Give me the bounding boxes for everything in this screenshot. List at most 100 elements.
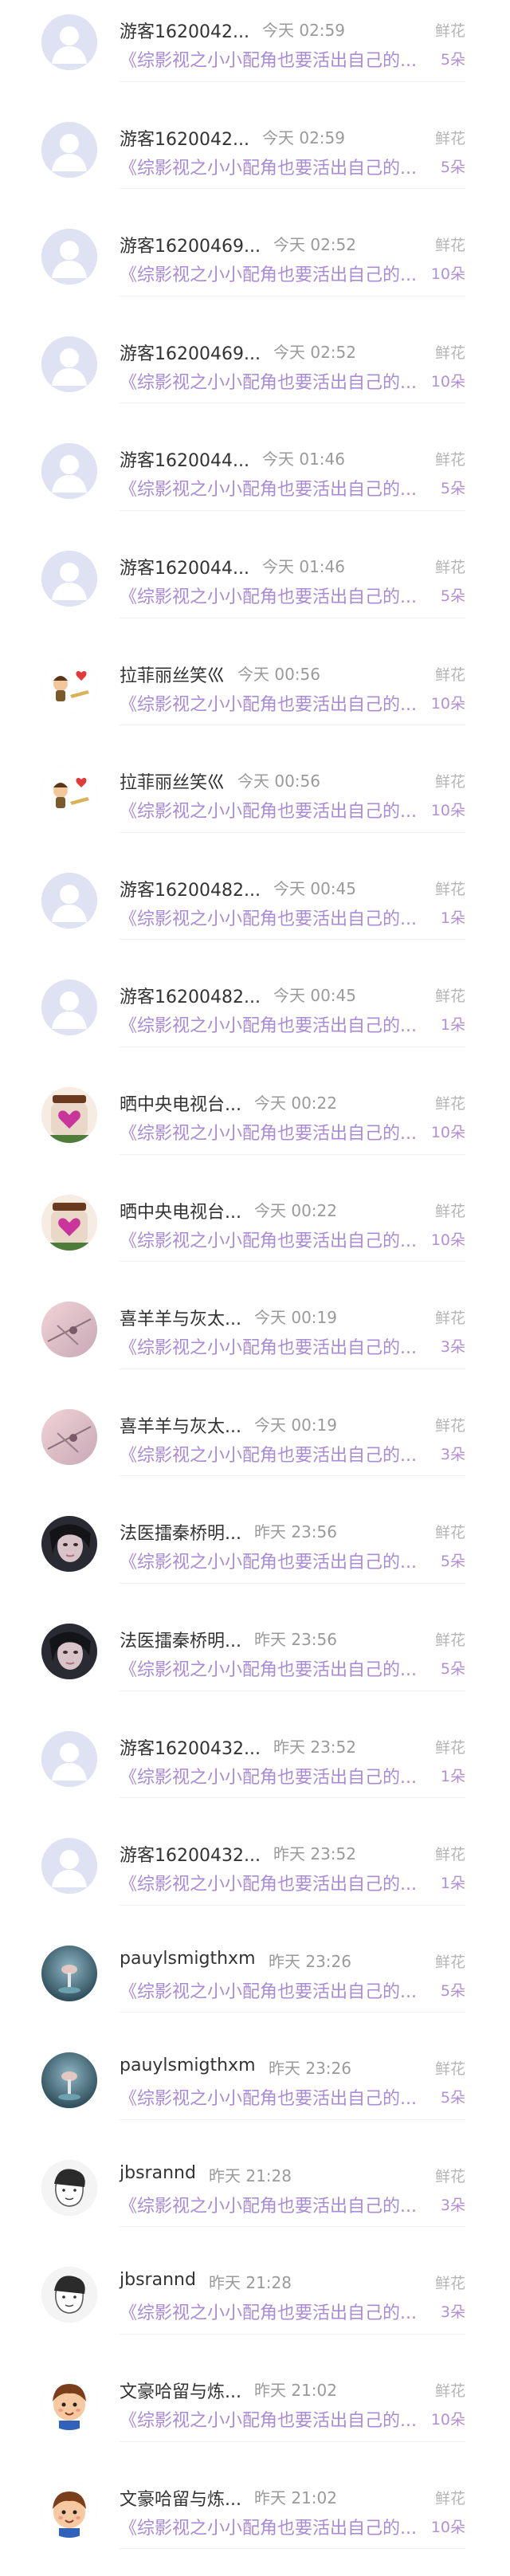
gift-record-row[interactable]: 喜羊羊与灰太... 今天 00:19 鲜花 《综影视之小小配角也要活出自己的..… xyxy=(0,1287,510,1395)
default-avatar-icon[interactable] xyxy=(41,121,97,178)
user-name[interactable]: 游客1620044... xyxy=(120,554,249,579)
gift-record-row[interactable]: 拉菲丽丝笑巛 今天 00:56 鲜花 《综影视之小小配角也要活出自己的... 1… xyxy=(0,644,510,752)
sketch-face-avatar[interactable] xyxy=(41,2267,97,2323)
default-avatar-icon[interactable] xyxy=(41,14,97,70)
book-title-link[interactable]: 《综影视之小小配角也要活出自己的... xyxy=(120,46,417,72)
gift-record-row[interactable]: 晒中央电视台... 今天 00:22 鲜花 《综影视之小小配角也要活出自己的..… xyxy=(0,1073,510,1180)
user-name[interactable]: 游客16200469... xyxy=(120,340,261,365)
gift-record-row[interactable]: 文豪哈留与炼... 昨天 21:02 鲜花 《综影视之小小配角也要活出自己的..… xyxy=(0,2360,510,2468)
gift-record-row[interactable]: 游客16200432... 昨天 23:52 鲜花 《综影视之小小配角也要活出自… xyxy=(0,1824,510,1931)
default-avatar-icon[interactable] xyxy=(41,1730,97,1787)
book-title-link[interactable]: 《综影视之小小配角也要活出自己的... xyxy=(120,1011,417,1037)
divider xyxy=(120,1475,465,1477)
gift-record-row[interactable]: jbsrannd 昨天 21:28 鲜花 《综影视之小小配角也要活出自己的...… xyxy=(0,2146,510,2253)
book-title-link[interactable]: 《综影视之小小配角也要活出自己的... xyxy=(120,368,417,394)
gift-record-row[interactable]: 游客1620044... 今天 01:46 鲜花 《综影视之小小配角也要活出自己… xyxy=(0,429,510,536)
book-title-link[interactable]: 《综影视之小小配角也要活出自己的... xyxy=(120,905,417,930)
pink-sky-avatar[interactable] xyxy=(41,1408,97,1465)
book-title-link[interactable]: 《综影视之小小配角也要活出自己的... xyxy=(120,1227,417,1252)
user-name[interactable]: 游客16200482... xyxy=(120,876,261,901)
heart-jar-avatar[interactable] xyxy=(41,1086,97,1143)
gift-record-row[interactable]: 游客1620044... 今天 01:46 鲜花 《综影视之小小配角也要活出自己… xyxy=(0,536,510,644)
book-title-link[interactable]: 《综影视之小小配角也要活出自己的... xyxy=(120,2406,417,2432)
user-name[interactable]: jbsrannd xyxy=(120,2163,196,2183)
book-title-link[interactable]: 《综影视之小小配角也要活出自己的... xyxy=(120,1763,417,1789)
book-title-link[interactable]: 《综影视之小小配角也要活出自己的... xyxy=(120,1870,417,1895)
gift-record-row[interactable]: 法医擂秦桥明... 昨天 23:56 鲜花 《综影视之小小配角也要活出自己的..… xyxy=(0,1502,510,1609)
gift-record-row[interactable]: 游客16200482... 今天 00:45 鲜花 《综影视之小小配角也要活出自… xyxy=(0,858,510,966)
user-name[interactable]: 法医擂秦桥明... xyxy=(120,1627,241,1652)
user-name[interactable]: 游客1620044... xyxy=(120,446,249,472)
gift-record-row[interactable]: 游客16200469... 今天 02:52 鲜花 《综影视之小小配角也要活出自… xyxy=(0,322,510,430)
gift-record-row[interactable]: 喜羊羊与灰太... 今天 00:19 鲜花 《综影视之小小配角也要活出自己的..… xyxy=(0,1395,510,1502)
default-avatar-icon[interactable] xyxy=(41,872,97,929)
gift-record-row[interactable]: pauylsmigthxm 昨天 23:26 鲜花 《综影视之小小配角也要活出自… xyxy=(0,2038,510,2146)
dark-portrait-avatar[interactable] xyxy=(41,1623,97,1679)
default-avatar-icon[interactable] xyxy=(41,443,97,500)
book-title-link[interactable]: 《综影视之小小配角也要活出自己的... xyxy=(120,1333,417,1359)
book-title-link[interactable]: 《综影视之小小配角也要活出自己的... xyxy=(120,1119,417,1145)
heart-jar-avatar[interactable] xyxy=(41,1194,97,1251)
gift-record-row[interactable]: jbsrannd 昨天 21:28 鲜花 《综影视之小小配角也要活出自己的...… xyxy=(0,2252,510,2360)
book-title-link[interactable]: 《综影视之小小配角也要活出自己的... xyxy=(120,583,417,608)
sketch-face-avatar[interactable] xyxy=(41,2159,97,2216)
user-name[interactable]: 游客16200432... xyxy=(120,1734,261,1760)
user-name[interactable]: jbsrannd xyxy=(120,2270,196,2290)
gift-type: 鲜花 xyxy=(434,129,465,147)
user-name[interactable]: 游客16200469... xyxy=(120,232,261,257)
pink-sky-avatar[interactable] xyxy=(41,1302,97,1358)
book-title-link[interactable]: 《综影视之小小配角也要活出自己的... xyxy=(120,475,417,501)
cartoon-boy-avatar[interactable] xyxy=(41,2481,97,2538)
book-title-link[interactable]: 《综影视之小小配角也要活出自己的... xyxy=(120,797,417,823)
gift-record-row[interactable]: 法医擂秦桥明... 昨天 23:56 鲜花 《综影视之小小配角也要活出自己的..… xyxy=(0,1609,510,1717)
gift-record-row[interactable]: pauylsmigthxm 昨天 23:26 鲜花 《综影视之小小配角也要活出自… xyxy=(0,1931,510,2039)
cartoon-boy-avatar[interactable] xyxy=(41,2374,97,2431)
user-name[interactable]: pauylsmigthxm xyxy=(120,1949,256,1969)
default-avatar-icon[interactable] xyxy=(41,980,97,1036)
book-title-link[interactable]: 《综影视之小小配角也要活出自己的... xyxy=(120,1548,417,1573)
gift-record-row[interactable]: 游客16200482... 今天 00:45 鲜花 《综影视之小小配角也要活出自… xyxy=(0,965,510,1073)
user-name[interactable]: 文豪哈留与炼... xyxy=(120,2485,241,2511)
dark-portrait-avatar[interactable] xyxy=(41,1516,97,1573)
teal-photo-avatar[interactable] xyxy=(41,1945,97,2001)
user-name[interactable]: 拉菲丽丝笑巛 xyxy=(120,662,225,687)
gift-record-row[interactable]: 游客16200432... 昨天 23:52 鲜花 《综影视之小小配角也要活出自… xyxy=(0,1717,510,1824)
book-title-link[interactable]: 《综影视之小小配角也要活出自己的... xyxy=(120,1441,417,1467)
user-name[interactable]: 法医擂秦桥明... xyxy=(120,1519,241,1545)
user-name[interactable]: 晒中央电视台... xyxy=(120,1090,241,1116)
book-title-link[interactable]: 《综影视之小小配角也要活出自己的... xyxy=(120,2084,417,2110)
gift-record-row[interactable]: 游客16200469... 今天 02:52 鲜花 《综影视之小小配角也要活出自… xyxy=(0,214,510,322)
user-name[interactable]: 游客16200482... xyxy=(120,983,261,1008)
book-title-link[interactable]: 《综影视之小小配角也要活出自己的... xyxy=(120,2192,417,2217)
book-title-link[interactable]: 《综影视之小小配角也要活出自己的... xyxy=(120,690,417,716)
user-name[interactable]: 拉菲丽丝笑巛 xyxy=(120,768,225,794)
book-title-link[interactable]: 《综影视之小小配角也要活出自己的... xyxy=(120,2299,417,2324)
user-name[interactable]: 游客1620042... xyxy=(120,125,249,151)
user-name[interactable]: 晒中央电视台... xyxy=(120,1198,241,1223)
gift-count: 1朵 xyxy=(440,1875,465,1893)
default-avatar-icon[interactable] xyxy=(41,550,97,607)
user-name[interactable]: pauylsmigthxm xyxy=(120,2056,256,2075)
gift-record-row[interactable]: 晒中央电视台... 今天 00:22 鲜花 《综影视之小小配角也要活出自己的..… xyxy=(0,1180,510,1288)
default-avatar-icon[interactable] xyxy=(41,336,97,392)
user-name[interactable]: 游客16200432... xyxy=(120,1841,261,1867)
user-name[interactable]: 喜羊羊与灰太... xyxy=(120,1305,241,1330)
book-title-link[interactable]: 《综影视之小小配角也要活出自己的... xyxy=(120,154,417,179)
book-title-link[interactable]: 《综影视之小小配角也要活出自己的... xyxy=(120,1655,417,1681)
gift-record-row[interactable]: 游客1620042... 今天 02:59 鲜花 《综影视之小小配角也要活出自己… xyxy=(0,108,510,215)
default-avatar-icon[interactable] xyxy=(41,1838,97,1895)
book-title-link[interactable]: 《综影视之小小配角也要活出自己的... xyxy=(120,261,417,286)
gift-record-row[interactable]: 拉菲丽丝笑巛 今天 00:56 鲜花 《综影视之小小配角也要活出自己的... 1… xyxy=(0,751,510,858)
divider xyxy=(120,1582,465,1584)
cartoon-couple-avatar[interactable] xyxy=(41,658,97,714)
gift-record-row[interactable]: 文豪哈留与炼... 昨天 21:02 鲜花 《综影视之小小配角也要活出自己的..… xyxy=(0,2468,510,2575)
teal-photo-avatar[interactable] xyxy=(41,2052,97,2109)
gift-record-row[interactable]: 游客1620042... 今天 02:59 鲜花 《综影视之小小配角也要活出自己… xyxy=(0,0,510,108)
user-name[interactable]: 游客1620042... xyxy=(120,18,249,43)
book-title-link[interactable]: 《综影视之小小配角也要活出自己的... xyxy=(120,2514,417,2539)
cartoon-couple-avatar[interactable] xyxy=(41,765,97,822)
book-title-link[interactable]: 《综影视之小小配角也要活出自己的... xyxy=(120,1977,417,2003)
default-avatar-icon[interactable] xyxy=(41,229,97,285)
user-name[interactable]: 喜羊羊与灰太... xyxy=(120,1412,241,1438)
user-name[interactable]: 文豪哈留与炼... xyxy=(120,2378,241,2403)
